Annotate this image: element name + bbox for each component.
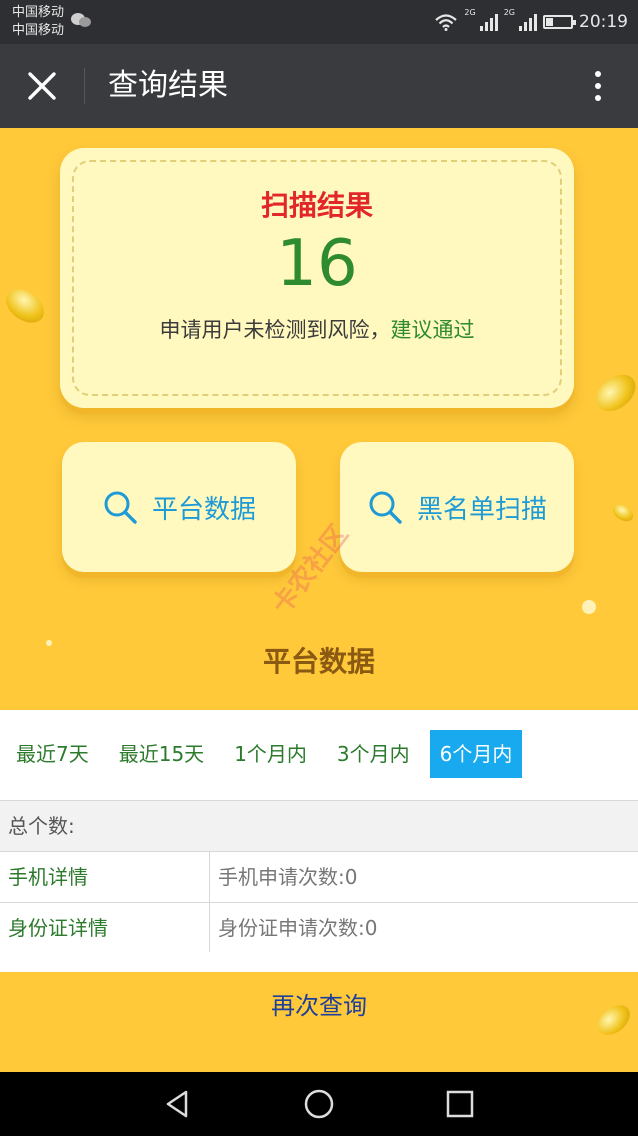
navigation-bar [0, 1072, 638, 1136]
tab-6-months[interactable]: 6个月内 [429, 730, 523, 778]
page-title: 查询结果 [108, 68, 228, 103]
more-vertical-icon[interactable] [588, 66, 608, 106]
scan-result-card: 扫描结果 16 申请用户未检测到风险，建议通过 [60, 148, 574, 408]
result-score: 16 [276, 227, 358, 301]
id-details-value: 身份证申请次数:0 [218, 916, 378, 940]
id-details-label: 身份证详情 [0, 903, 210, 953]
signal-icon [479, 13, 498, 31]
total-count-label: 总个数: [8, 814, 75, 838]
blacklist-scan-button[interactable]: 黑名单扫描 [340, 442, 574, 572]
phone-details-label: 手机详情 [0, 852, 210, 902]
search-icon [369, 491, 402, 524]
clock: 20:19 [579, 12, 628, 32]
status-bar: 中国移动 中国移动 2G 2G 20:19 [0, 0, 638, 44]
table-header: 总个数: [0, 801, 638, 852]
result-desc-prefix: 申请用户未检测到风险， [159, 318, 391, 342]
tab-1-month[interactable]: 1个月内 [224, 730, 317, 778]
signal-icon [519, 13, 537, 31]
data-table: 总个数: 手机详情 手机申请次数:0 身份证详情 身份证申请次数:0 [0, 800, 638, 954]
result-description: 申请用户未检测到风险，建议通过 [60, 314, 574, 344]
divider [84, 68, 85, 104]
wifi-icon [435, 14, 458, 31]
phone-details-value: 手机申请次数:0 [218, 865, 358, 889]
table-row: 身份证详情 身份证申请次数:0 [0, 903, 638, 954]
sparkle-decoration [582, 600, 596, 614]
result-advice: 建议通过 [390, 318, 475, 342]
main-panel: 扫描结果 16 申请用户未检测到风险，建议通过 平台数据 黑名单扫描 卡农社区 … [0, 128, 638, 710]
recents-icon[interactable] [444, 1088, 476, 1120]
wechat-icon [71, 13, 91, 27]
coin-decoration [589, 367, 638, 419]
table-row: 手机详情 手机申请次数:0 [0, 852, 638, 903]
carrier-info: 中国移动 中国移动 [12, 4, 64, 40]
coin-decoration [0, 282, 51, 330]
battery-icon [543, 15, 576, 29]
spacer [0, 952, 638, 972]
tab-3-months[interactable]: 3个月内 [327, 730, 420, 778]
time-range-tabs: 最近7天 最近15天 1个月内 3个月内 6个月内 [0, 710, 638, 800]
network-type-2: 2G [503, 8, 515, 17]
back-icon[interactable] [162, 1088, 194, 1120]
bottom-panel: 再次查询 [0, 972, 638, 1072]
section-title: 平台数据 [262, 645, 375, 678]
carrier-1: 中国移动 [12, 5, 65, 20]
requery-button[interactable]: 再次查询 [0, 986, 638, 1021]
platform-data-button[interactable]: 平台数据 [62, 442, 296, 572]
result-title: 扫描结果 [260, 189, 373, 222]
network-type-1: 2G [464, 8, 476, 17]
close-icon[interactable] [22, 66, 62, 106]
coin-decoration [609, 501, 637, 525]
title-bar: 查询结果 [0, 44, 638, 128]
home-icon[interactable] [303, 1088, 335, 1120]
tab-7-days[interactable]: 最近7天 [6, 730, 99, 778]
carrier-2: 中国移动 [12, 23, 65, 38]
search-icon [104, 491, 137, 524]
blacklist-scan-label: 黑名单扫描 [416, 494, 547, 525]
tab-15-days[interactable]: 最近15天 [109, 730, 214, 778]
platform-data-label: 平台数据 [151, 494, 256, 525]
